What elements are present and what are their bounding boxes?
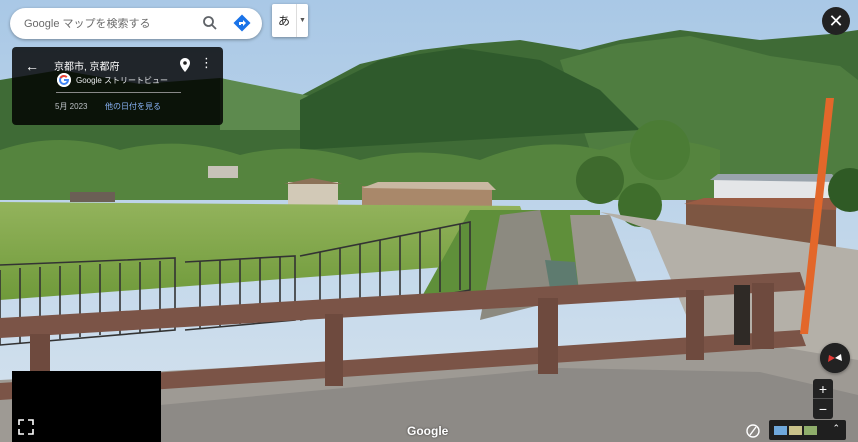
- layer-thumbnail[interactable]: [774, 425, 787, 435]
- chevron-down-icon[interactable]: ▼: [296, 4, 308, 37]
- location-title: 京都市, 京都府: [54, 62, 120, 73]
- pegman-icon[interactable]: [746, 424, 760, 438]
- directions-icon[interactable]: [233, 14, 251, 32]
- close-button[interactable]: ✕: [822, 7, 850, 35]
- location-info-card: ← 京都市, 京都府 ⋮ Google ストリートビュー 5月 2023 他の日…: [12, 47, 223, 125]
- card-divider: [56, 92, 181, 93]
- zoom-control: + −: [813, 379, 833, 419]
- fullscreen-icon[interactable]: [17, 418, 35, 436]
- search-icon[interactable]: [202, 15, 218, 31]
- imagery-source: Google ストリートビュー: [76, 76, 169, 85]
- street-view-panorama[interactable]: あ ▼ ✕ ← 京都市, 京都府 ⋮ Google ストリートビュー 5月 20…: [0, 0, 858, 442]
- other-dates-link[interactable]: 他の日付を見る: [105, 101, 161, 112]
- more-icon[interactable]: ⋮: [200, 56, 213, 69]
- search-box[interactable]: [10, 8, 262, 39]
- mini-map[interactable]: [12, 371, 161, 442]
- pin-icon[interactable]: [180, 58, 190, 72]
- google-watermark: Google: [407, 424, 449, 438]
- compass-icon[interactable]: [820, 343, 850, 373]
- imagery-layers-bar[interactable]: ⌃: [769, 420, 846, 440]
- capture-date: 5月 2023: [55, 102, 88, 111]
- google-logo-icon: [57, 73, 71, 87]
- back-arrow-icon[interactable]: ←: [25, 58, 39, 74]
- expand-icon[interactable]: ⌃: [832, 423, 840, 434]
- input-method-label: あ: [277, 14, 290, 28]
- layer-thumbnail[interactable]: [804, 425, 817, 435]
- zoom-in-button[interactable]: +: [813, 379, 833, 399]
- layer-thumbnail[interactable]: [789, 425, 802, 435]
- input-method-toggle[interactable]: あ ▼: [272, 4, 308, 37]
- zoom-out-button[interactable]: −: [813, 399, 833, 419]
- search-input[interactable]: [24, 17, 192, 30]
